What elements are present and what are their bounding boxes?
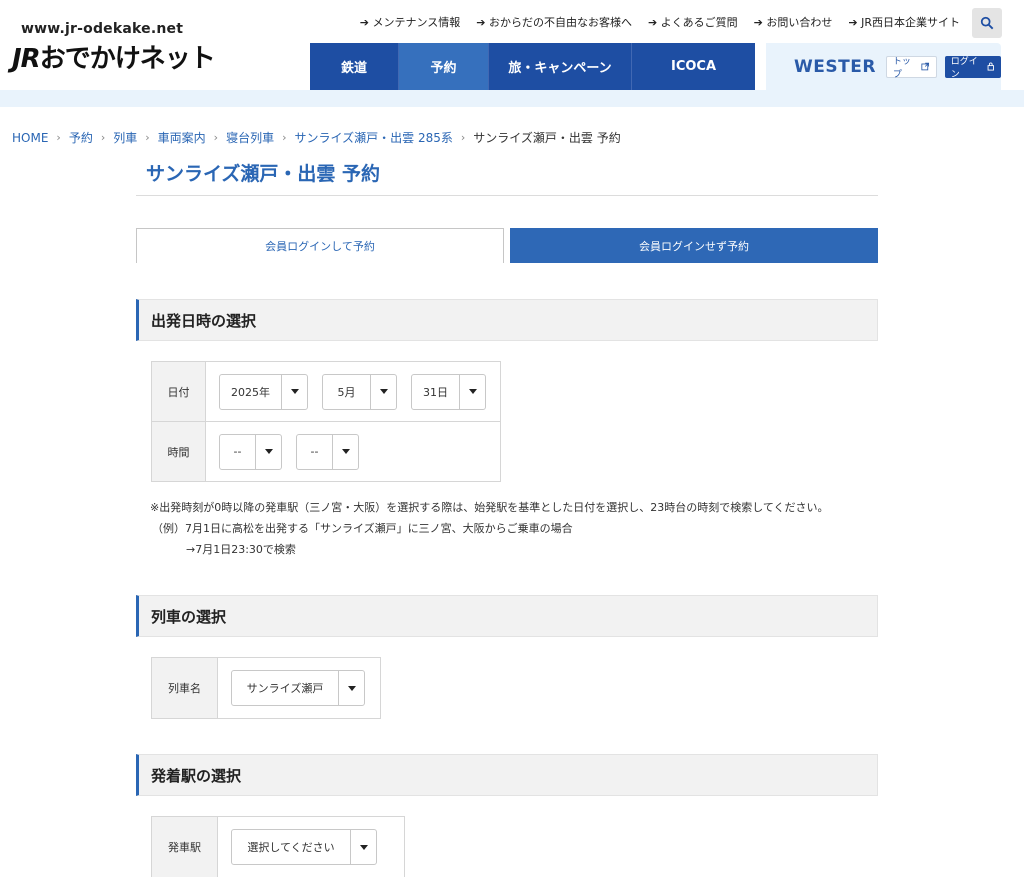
site-logo[interactable]: JRおでかけネット — [12, 38, 216, 75]
depart-station-label: 発車駅 — [152, 817, 218, 877]
day-select[interactable]: 31日 — [411, 373, 486, 410]
site-url: www.jr-odekake.net — [21, 21, 184, 37]
date-cell: 2025年 5月 31日 — [206, 362, 486, 421]
wester-login-button[interactable]: ログイン — [944, 55, 1001, 80]
section-heading-train: 列車の選択 — [136, 595, 878, 637]
util-link-contact[interactable]: ➔ お問い合わせ — [754, 14, 833, 30]
breadcrumb-home[interactable]: HOME — [12, 131, 48, 145]
chevron-down-icon — [350, 830, 376, 864]
note-midnight: ※出発時刻が0時以降の発車駅（三ノ宮・大阪）を選択する際は、始発駅を基準とした日… — [150, 501, 829, 514]
chevron-right-icon: › — [100, 131, 106, 144]
search-button[interactable] — [972, 8, 1002, 38]
chevron-right-icon: › — [460, 131, 466, 144]
chevron-right-icon: › — [145, 131, 150, 144]
chevron-down-icon — [281, 374, 307, 409]
tab-guest-reservation[interactable]: 会員ログインせず予約 — [510, 228, 878, 263]
train-cell: サンライズ瀬戸 — [218, 658, 365, 718]
chevron-down-icon — [338, 671, 364, 705]
wester-top-button[interactable]: トップ — [885, 55, 937, 80]
header-band — [0, 90, 1024, 107]
note-example-result: →7月1日23:30で検索 — [186, 543, 296, 556]
logo-jr: JR — [12, 44, 41, 74]
chevron-down-icon — [370, 374, 396, 409]
section-heading-stations: 発着駅の選択 — [136, 754, 878, 796]
train-table: 列車名 サンライズ瀬戸 — [151, 657, 381, 719]
datetime-table: 日付 2025年 5月 31日 時間 -- -- — [151, 361, 501, 482]
breadcrumb-sunrise-285[interactable]: サンライズ瀬戸・出雲 285系 — [295, 129, 453, 146]
minute-select[interactable]: -- — [296, 433, 359, 470]
breadcrumb-sleeper[interactable]: 寝台列車 — [226, 129, 274, 146]
time-row: 時間 -- -- — [152, 422, 500, 481]
train-row: 列車名 サンライズ瀬戸 — [152, 658, 380, 718]
depart-station-select[interactable]: 選択してください — [231, 829, 377, 865]
chevron-down-icon — [332, 434, 358, 469]
train-name-label: 列車名 — [152, 658, 218, 718]
breadcrumb-train[interactable]: 列車 — [113, 129, 137, 146]
month-select[interactable]: 5月 — [322, 373, 397, 410]
breadcrumb-reservation[interactable]: 予約 — [69, 129, 93, 146]
breadcrumb-car-guide[interactable]: 車両案内 — [158, 129, 206, 146]
global-nav: 鉄道 予約 旅・キャンペーン ICOCA — [310, 43, 755, 90]
train-select[interactable]: サンライズ瀬戸 — [231, 670, 365, 706]
breadcrumb: HOME › 予約 › 列車 › 車両案内 › 寝台列車 › サンライズ瀬戸・出雲 285… — [12, 129, 621, 146]
lock-icon — [988, 62, 995, 71]
search-icon — [980, 16, 994, 30]
wester-logo[interactable]: WESTER — [794, 57, 876, 77]
utility-links: ➔ メンテナンス情報 ➔ おからだの不自由なお客様へ ➔ よくあるご質問 ➔ お… — [360, 14, 960, 30]
time-label: 時間 — [152, 422, 206, 481]
logo-text: おでかけネット — [39, 44, 216, 74]
nav-travel-campaign[interactable]: 旅・キャンペーン — [489, 43, 632, 90]
util-link-faq[interactable]: ➔ よくあるご質問 — [648, 14, 738, 30]
year-select[interactable]: 2025年 — [219, 373, 308, 410]
nav-railway[interactable]: 鉄道 — [310, 43, 399, 90]
tab-member-login[interactable]: 会員ログインして予約 — [136, 228, 504, 263]
title-divider — [136, 195, 878, 196]
chevron-right-icon: › — [56, 131, 61, 144]
chevron-right-icon: › — [282, 131, 287, 144]
note-example: （例）7月1日に高松を出発する「サンライズ瀬戸」に三ノ宮、大阪からご乗車の場合 — [152, 522, 573, 535]
stations-table: 発車駅 選択してください — [151, 816, 405, 877]
time-cell: -- -- — [206, 422, 359, 481]
depart-row: 発車駅 選択してください — [152, 817, 404, 877]
breadcrumb-current: サンライズ瀬戸・出雲 予約 — [473, 131, 621, 145]
chevron-down-icon — [459, 374, 485, 409]
section-heading-datetime: 出発日時の選択 — [136, 299, 878, 341]
chevron-down-icon — [255, 434, 281, 469]
wester-panel: WESTER トップ ログイン — [766, 43, 1001, 90]
depart-cell: 選択してください — [218, 817, 377, 877]
util-link-maintenance[interactable]: ➔ メンテナンス情報 — [360, 14, 461, 30]
util-link-corporate[interactable]: ➔ JR西日本企業サイト — [848, 14, 960, 30]
external-link-icon — [921, 62, 930, 71]
page-title: サンライズ瀬戸・出雲 予約 — [146, 163, 381, 185]
date-label: 日付 — [152, 362, 206, 421]
hour-select[interactable]: -- — [219, 433, 282, 470]
date-row: 日付 2025年 5月 31日 — [152, 362, 500, 422]
nav-reservation[interactable]: 予約 — [399, 43, 489, 90]
chevron-right-icon: › — [213, 131, 219, 144]
nav-icoca[interactable]: ICOCA — [632, 43, 755, 90]
util-link-accessibility[interactable]: ➔ おからだの不自由なお客様へ — [476, 14, 632, 30]
